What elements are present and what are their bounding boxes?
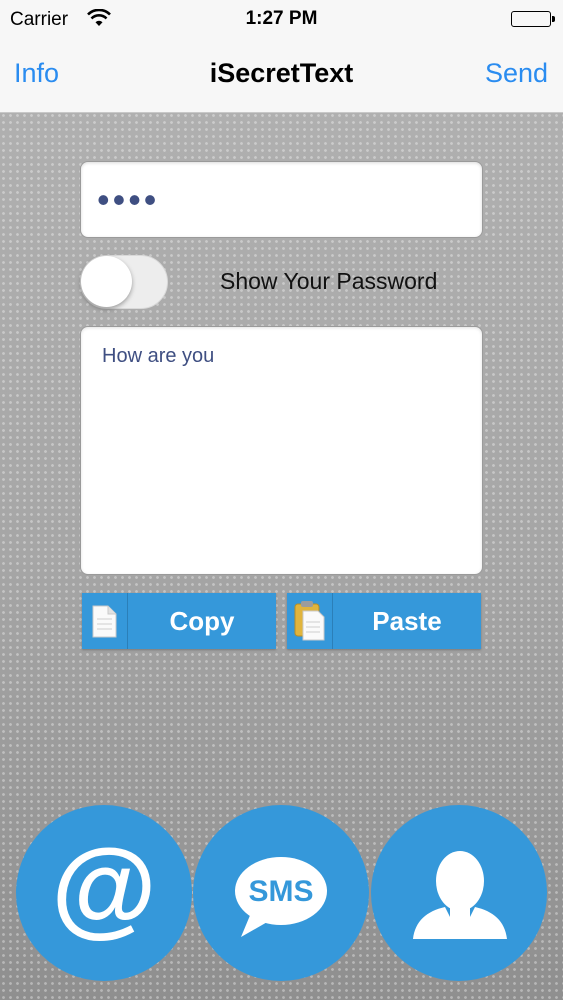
send-button[interactable]: Send — [485, 58, 548, 89]
clipboard-icon — [287, 593, 333, 649]
contact-button[interactable] — [371, 805, 547, 981]
password-field[interactable]: •••• — [80, 161, 483, 238]
status-time: 1:27 PM — [245, 8, 318, 29]
status-bar: Carrier 1:27 PM — [0, 0, 563, 38]
document-icon — [82, 593, 128, 649]
email-icon: @ — [51, 826, 157, 947]
paste-button[interactable]: Paste — [287, 593, 481, 649]
show-password-toggle[interactable] — [80, 255, 168, 309]
password-value: •••• — [97, 178, 160, 220]
email-button[interactable]: @ — [16, 805, 192, 981]
navigation-bar: Info iSecretText Send — [0, 38, 563, 113]
copy-button[interactable]: Copy — [82, 593, 276, 649]
message-text: How are you — [102, 345, 215, 367]
paste-label: Paste — [372, 606, 442, 636]
battery-icon — [511, 11, 555, 27]
toggle-knob — [81, 256, 132, 307]
page-title: iSecretText — [209, 58, 354, 88]
contact-person-icon — [413, 851, 507, 939]
sms-button[interactable]: SMS — [193, 805, 369, 981]
show-password-label: Show Your Password — [220, 268, 438, 294]
message-textarea[interactable]: How are you — [80, 326, 483, 575]
copy-label: Copy — [169, 606, 235, 636]
sms-label: SMS — [248, 875, 314, 908]
